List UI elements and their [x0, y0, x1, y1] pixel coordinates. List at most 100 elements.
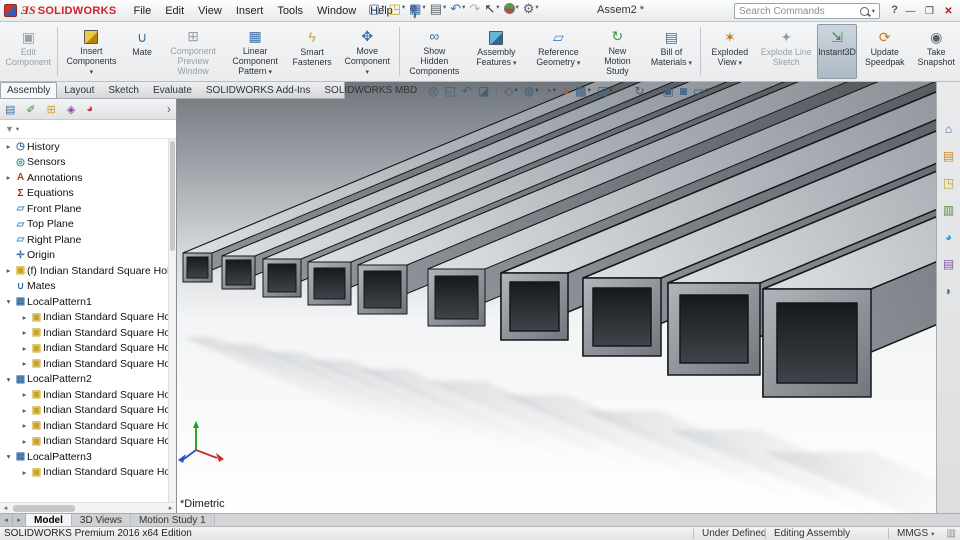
- expand-arrow-icon[interactable]: ▸: [19, 421, 30, 430]
- tab-3d-views[interactable]: 3D Views: [71, 514, 131, 526]
- tree-item-top-plane[interactable]: ▱ Top Plane: [0, 217, 168, 233]
- view-settings-icon[interactable]: ◫ ▾: [597, 85, 613, 97]
- tab-model[interactable]: Model: [26, 514, 72, 526]
- custom-properties-icon[interactable]: ▤: [943, 257, 954, 271]
- zoom-to-area-icon[interactable]: ◱: [444, 85, 455, 97]
- menu-tools[interactable]: Tools: [270, 2, 310, 20]
- forum-icon[interactable]: ◗: [945, 284, 952, 298]
- rebuild-icon[interactable]: ▾: [503, 3, 519, 14]
- scroll-right-icon[interactable]: ▸: [165, 504, 176, 512]
- tab-solidworks-mbd[interactable]: SOLIDWORKS MBD: [317, 82, 424, 98]
- show-hidden-components-button[interactable]: ∞ Show Hidden Components: [403, 24, 465, 79]
- close-button[interactable]: ✕: [939, 6, 958, 17]
- tree-item-indian-standard-square-hollow[interactable]: ▸▣Indian Standard Square Hollow: [0, 418, 168, 434]
- expand-arrow-icon[interactable]: ▸: [19, 468, 30, 477]
- minimize-button[interactable]: —: [901, 6, 920, 17]
- menu-file[interactable]: File: [126, 2, 158, 20]
- scrollbar-thumb[interactable]: [13, 504, 75, 512]
- menu-window[interactable]: Window: [310, 2, 363, 20]
- tree-item-origin[interactable]: ✛ Origin: [0, 248, 168, 264]
- expand-arrow-icon[interactable]: ▸: [19, 390, 30, 399]
- take-snapshot-button[interactable]: ◉ Take Snapshot: [912, 24, 960, 79]
- tree-item-indian-standard-square-hollow[interactable]: ▸▣Indian Standard Square Hollow: [0, 434, 168, 450]
- search-dropdown-icon[interactable]: ▾: [872, 7, 875, 15]
- filter-dropdown-icon[interactable]: ▾: [16, 125, 19, 133]
- tree-item-equations[interactable]: Σ Equations: [0, 186, 168, 202]
- expand-arrow-icon[interactable]: ▾: [3, 297, 14, 306]
- configurationmanager-tab[interactable]: ⊞: [47, 103, 56, 116]
- camera-icon[interactable]: ◙: [680, 85, 687, 97]
- assembly-features-button[interactable]: Assembly Features ▾: [465, 24, 527, 79]
- tree-item-indian-standard-square-hollow[interactable]: ▸▣Indian Standard Square Hollow: [0, 356, 168, 372]
- print-icon[interactable]: ▤ ▾: [430, 2, 447, 15]
- menu-view[interactable]: View: [191, 2, 229, 20]
- section-view-icon[interactable]: ◪: [478, 85, 489, 97]
- tab-motion-study-1[interactable]: Motion Study 1: [130, 514, 215, 526]
- expand-arrow-icon[interactable]: ▸: [19, 344, 30, 353]
- insert-components-button[interactable]: Insert Components ▾: [61, 24, 122, 79]
- search-icon[interactable]: [859, 6, 869, 16]
- view-orientation-icon[interactable]: ◇ ▾: [504, 85, 518, 97]
- tree-horizontal-scrollbar[interactable]: ◂ ▸: [0, 502, 176, 513]
- exploded-view-button[interactable]: ✶ Exploded View ▾: [704, 24, 755, 79]
- dropdown-arrow-icon[interactable]: ▾: [931, 531, 934, 538]
- expand-arrow-icon[interactable]: ▸: [19, 406, 30, 415]
- scrollbar-thumb[interactable]: [170, 141, 175, 251]
- featuremanager-tab[interactable]: ▤: [5, 103, 15, 116]
- expand-arrow-icon[interactable]: ▾: [3, 375, 14, 384]
- select-icon[interactable]: ↖ ▾: [484, 2, 499, 15]
- tree-item-history[interactable]: ▸ ◷ History: [0, 139, 168, 155]
- filter-funnel-icon[interactable]: ▼: [5, 124, 14, 134]
- design-library-icon[interactable]: ▤: [943, 149, 954, 163]
- search-commands-box[interactable]: Search Commands ▾: [734, 3, 880, 19]
- tree-item-indian-standard-square-hollow[interactable]: ▸▣Indian Standard Square Hollow: [0, 341, 168, 357]
- tree-item-indian-standard-square-hollow[interactable]: ▸▣Indian Standard Square Hollow: [0, 325, 168, 341]
- tree-item-localpattern1[interactable]: ▾ ▦ LocalPattern1: [0, 294, 168, 310]
- expand-arrow-icon[interactable]: ▸: [19, 437, 30, 446]
- home-icon[interactable]: ⌂: [945, 122, 952, 136]
- reference-geometry-button[interactable]: ▱ Reference Geometry ▾: [527, 24, 589, 79]
- search-input[interactable]: Search Commands: [739, 6, 860, 17]
- tree-item-localpattern2[interactable]: ▾ ▦ LocalPattern2: [0, 372, 168, 388]
- graphics-area[interactable]: ◎ ◱ ↶ ◪ ◇ ▾ ◍ ▾ ◔ ▾ ◕ ▩ ▾ ◫ ▾ ↻ ▣ ◙ ▭ ▾ *Dimetric: [177, 82, 936, 513]
- edit-appearance-icon[interactable]: ◕: [562, 85, 569, 97]
- help-button[interactable]: ?: [891, 4, 898, 16]
- expand-arrow-icon[interactable]: ▸: [19, 359, 30, 368]
- smart-fasteners-button[interactable]: ϟ Smart Fasteners: [286, 24, 338, 79]
- previous-view-icon[interactable]: ↶: [462, 85, 472, 97]
- tree-item-indian-standard-square-hollow[interactable]: ▸▣Indian Standard Square Hollow: [0, 310, 168, 326]
- zoom-to-fit-icon[interactable]: ◎: [428, 85, 438, 97]
- file-explorer-icon[interactable]: ◳: [943, 176, 954, 190]
- tab-scroll-right[interactable]: ▸: [13, 514, 26, 526]
- expand-arrow-icon[interactable]: ▾: [3, 452, 14, 461]
- instant3d-button[interactable]: ⇲ Instant3D: [817, 24, 858, 79]
- new-motion-study-button[interactable]: ↻ New Motion Study: [589, 24, 645, 79]
- options-icon[interactable]: ⚙ ▾: [523, 2, 539, 15]
- tab-evaluate[interactable]: Evaluate: [146, 82, 199, 98]
- menu-insert[interactable]: Insert: [229, 2, 271, 20]
- propertymanager-tab[interactable]: ✐: [26, 103, 35, 116]
- tree-item-sensors[interactable]: ◎ Sensors: [0, 155, 168, 171]
- tree-item-front-plane[interactable]: ▱ Front Plane: [0, 201, 168, 217]
- expand-arrow-icon[interactable]: ▸: [19, 313, 30, 322]
- tab-layout[interactable]: Layout: [57, 82, 101, 98]
- move-component-button[interactable]: ✥ Move Component ▾: [338, 24, 396, 79]
- open-icon[interactable]: ◳ ▾: [389, 2, 406, 15]
- appearances-icon[interactable]: ◕: [945, 230, 952, 244]
- rotate-view-icon[interactable]: ↻: [634, 85, 644, 97]
- apply-scene-icon[interactable]: ▩ ▾: [575, 85, 591, 97]
- expand-arrow-icon[interactable]: ▸: [3, 142, 14, 151]
- tree-item-annotations[interactable]: ▸ A Annotations: [0, 170, 168, 186]
- tree-vertical-scrollbar[interactable]: [168, 139, 176, 502]
- tree-item-f-indian-standard-square-hollow[interactable]: ▸▣(f) Indian Standard Square Hollow: [0, 263, 168, 279]
- display-style-icon[interactable]: ◍ ▾: [524, 85, 539, 97]
- panel-expand-chevron-icon[interactable]: ›: [167, 102, 171, 116]
- expand-arrow-icon[interactable]: ▸: [3, 173, 14, 182]
- update-speedpak-button[interactable]: ⟳ Update Speedpak: [857, 24, 912, 79]
- redo-icon[interactable]: ↷: [469, 2, 480, 15]
- mate-button[interactable]: ∪ Mate: [122, 24, 162, 79]
- view-palette-icon[interactable]: ▥: [943, 203, 954, 217]
- tree-item-indian-standard-square-hollow[interactable]: ▸▣Indian Standard Square Hollow: [0, 465, 168, 481]
- tab-sketch[interactable]: Sketch: [101, 82, 146, 98]
- statusbar-toggle-icon[interactable]: ▥: [947, 528, 956, 539]
